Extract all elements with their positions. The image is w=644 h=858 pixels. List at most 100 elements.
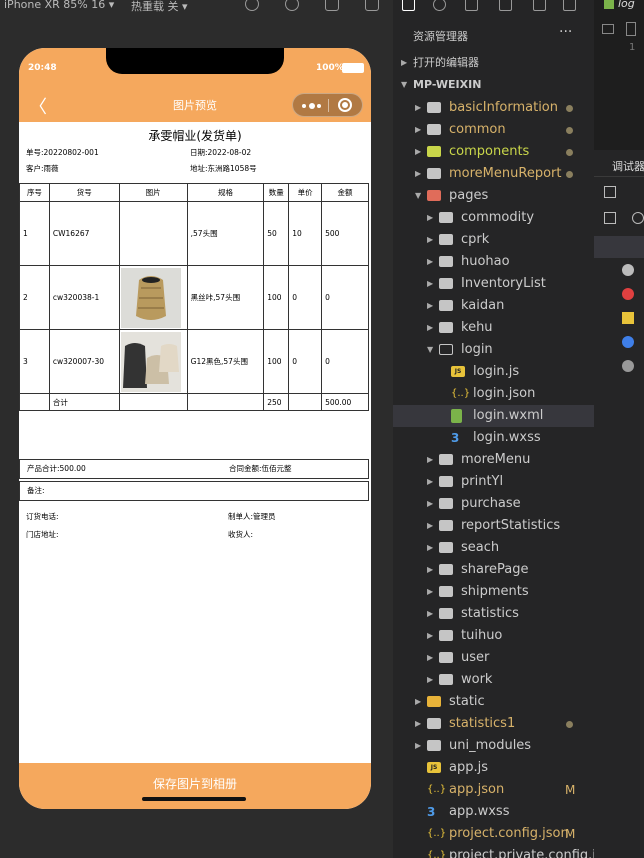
folder-item[interactable]: ▶ common xyxy=(393,119,594,141)
chevron-right-icon[interactable]: ▶ xyxy=(427,559,433,581)
folder-item[interactable]: ▶ moreMenuReport xyxy=(393,163,594,185)
warning-icon[interactable] xyxy=(622,312,634,324)
folder-item[interactable]: ▶ uni_modules xyxy=(393,735,594,757)
folder-item[interactable]: ▶ InventoryList xyxy=(393,273,594,295)
file-item[interactable]: {..} project.private.config.js xyxy=(393,845,603,858)
source-control-icon[interactable] xyxy=(465,0,478,11)
chevron-right-icon[interactable]: ▶ xyxy=(427,295,433,317)
editor-tab[interactable]: log xyxy=(594,0,644,14)
folder-item[interactable]: ▶ commodity xyxy=(393,207,594,229)
folder-item[interactable]: ▶ printYl xyxy=(393,471,594,493)
chevron-right-icon[interactable]: ▶ xyxy=(415,97,421,119)
folder-item[interactable]: ▶ static xyxy=(393,691,594,713)
chevron-right-icon[interactable]: ▶ xyxy=(427,647,433,669)
folder-item[interactable]: ▶ kaidan xyxy=(393,295,594,317)
save-icon[interactable] xyxy=(533,0,546,11)
error-icon[interactable] xyxy=(622,288,634,300)
chevron-right-icon[interactable]: ▶ xyxy=(427,449,433,471)
folder-item[interactable]: ▶ tuihuo xyxy=(393,625,594,647)
folder-item[interactable]: ▶ basicInformation xyxy=(393,97,594,119)
file-item[interactable]: JS login.js xyxy=(393,361,594,383)
folder-item[interactable]: ▶ sharePage xyxy=(393,559,594,581)
chevron-right-icon[interactable]: ▶ xyxy=(427,515,433,537)
chevron-right-icon[interactable]: ▶ xyxy=(415,141,421,163)
stop-icon[interactable] xyxy=(285,0,299,11)
bookmark-icon[interactable] xyxy=(626,22,636,36)
chevron-down-icon[interactable]: ▼ xyxy=(415,185,421,207)
more-dots-icon[interactable] xyxy=(302,103,322,109)
bug-icon[interactable] xyxy=(622,360,634,372)
refresh-icon[interactable] xyxy=(245,0,259,11)
search-icon[interactable] xyxy=(433,0,446,11)
chevron-right-icon[interactable]: ▶ xyxy=(415,119,421,141)
sidebar-toggle-icon[interactable] xyxy=(604,212,616,224)
cell: 500 xyxy=(321,201,369,266)
files-icon[interactable] xyxy=(402,0,415,11)
chevron-right-icon[interactable]: ▶ xyxy=(415,691,421,713)
folder-item[interactable]: ▶ purchase xyxy=(393,493,594,515)
project-section[interactable]: ▼ MP-WEIXIN xyxy=(393,74,594,96)
order-date: 日期:2022-08-02 xyxy=(190,148,252,157)
folder-item[interactable]: ▶ kehu xyxy=(393,317,594,339)
chevron-right-icon[interactable]: ▶ xyxy=(427,229,433,251)
folder-item[interactable]: ▶ moreMenu xyxy=(393,449,594,471)
file-item[interactable]: JS app.js xyxy=(393,757,594,779)
chevron-right-icon[interactable]: ▶ xyxy=(427,471,433,493)
file-item[interactable]: {..} project.config.json M xyxy=(393,823,594,845)
line-number: 1 xyxy=(629,42,636,53)
change-dot-icon xyxy=(566,105,573,112)
extensions-icon[interactable] xyxy=(499,0,512,11)
file-item[interactable]: {..} app.json M xyxy=(393,779,594,801)
folder-item[interactable]: ▶ seach xyxy=(393,537,594,559)
chevron-down-icon[interactable]: ▼ xyxy=(427,339,433,361)
folder-item[interactable]: ▶ shipments xyxy=(393,581,594,603)
folder-item[interactable]: ▶ statistics xyxy=(393,603,594,625)
inspect-icon[interactable] xyxy=(604,186,616,198)
chevron-right-icon[interactable]: ▶ xyxy=(415,735,421,757)
chevron-right-icon[interactable]: ▶ xyxy=(427,207,433,229)
folder-item[interactable]: ▶ reportStatistics xyxy=(393,515,594,537)
info-icon[interactable] xyxy=(622,336,634,348)
folder-item[interactable]: ▶ work xyxy=(393,669,594,691)
folder-item[interactable]: ▼ pages xyxy=(393,185,594,207)
devtools-window: iPhone XR 85% 16 ▾ 热重载 关 ▾ 20:48 100% 〈 … xyxy=(0,0,644,858)
file-item[interactable]: 3 app.wxss xyxy=(393,801,594,823)
chevron-right-icon[interactable]: ▶ xyxy=(427,317,433,339)
copy-icon[interactable] xyxy=(365,0,379,11)
file-item[interactable]: 3 login.wxss xyxy=(393,427,594,449)
more-icon[interactable] xyxy=(563,0,576,11)
chevron-right-icon[interactable]: ▶ xyxy=(427,625,433,647)
open-editors-section[interactable]: ▶ 打开的编辑器 xyxy=(393,52,594,74)
user-icon[interactable] xyxy=(622,264,634,276)
folder-item[interactable]: ▶ user xyxy=(393,647,594,669)
close-capsule-icon[interactable] xyxy=(338,98,352,112)
chevron-right-icon[interactable]: ▶ xyxy=(427,273,433,295)
chevron-right-icon[interactable]: ▶ xyxy=(427,493,433,515)
file-item[interactable]: {..} login.json xyxy=(393,383,594,405)
file-item[interactable]: login.wxml xyxy=(393,405,594,427)
folder-item[interactable]: ▼ login xyxy=(393,339,594,361)
folder-item[interactable]: ▶ components xyxy=(393,141,594,163)
clear-icon[interactable] xyxy=(632,212,644,224)
cell: 0 xyxy=(321,265,369,330)
chevron-right-icon[interactable]: ▶ xyxy=(427,669,433,691)
explorer-title: 资源管理器 xyxy=(413,30,468,43)
folder-item[interactable]: ▶ huohao xyxy=(393,251,594,273)
store-address: 门店地址: xyxy=(26,530,59,539)
chevron-right-icon[interactable]: ▶ xyxy=(427,581,433,603)
folder-icon xyxy=(439,256,453,267)
save-to-album-button[interactable]: 保存图片到相册 xyxy=(19,763,371,809)
chevron-right-icon[interactable]: ▶ xyxy=(427,537,433,559)
folder-item[interactable]: ▶ cprk xyxy=(393,229,594,251)
device-selector[interactable]: iPhone XR 85% 16 ▾ xyxy=(4,0,114,11)
explorer-panel: 资源管理器 ··· ▶ 打开的编辑器 ▼ MP-WEIXIN ▶ basicInf… xyxy=(393,0,603,858)
explorer-more-button[interactable]: ··· xyxy=(559,24,572,40)
hot-reload-toggle[interactable]: 热重载 关 ▾ xyxy=(131,0,188,14)
chevron-right-icon[interactable]: ▶ xyxy=(427,603,433,625)
folder-item[interactable]: ▶ statistics1 xyxy=(393,713,594,735)
list-icon[interactable] xyxy=(602,24,614,34)
chevron-right-icon[interactable]: ▶ xyxy=(427,251,433,273)
chevron-right-icon[interactable]: ▶ xyxy=(415,713,421,735)
screenshot-icon[interactable] xyxy=(325,0,339,11)
chevron-right-icon[interactable]: ▶ xyxy=(415,163,421,185)
